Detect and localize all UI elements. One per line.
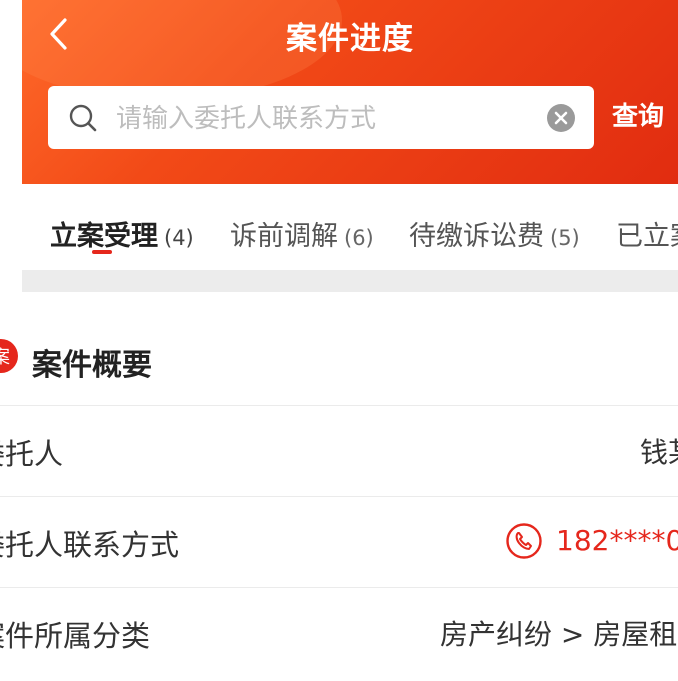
tab-count: (5)	[550, 226, 580, 250]
search-box[interactable]	[48, 86, 594, 151]
row-value-client: 钱某	[640, 436, 678, 469]
search-icon	[69, 104, 97, 132]
tab-case-filed[interactable]: 已立案	[616, 214, 678, 253]
query-button[interactable]: 查询	[612, 96, 664, 133]
header-bar: 案件进度 查询	[22, 0, 678, 184]
row-value-case-category: 房产纠纷 > 房屋租	[440, 618, 678, 651]
row-label-case-category: 案件所属分类	[0, 619, 151, 653]
row-label-client: 委托人	[0, 437, 64, 471]
tab-count: (4)	[164, 226, 194, 250]
left-edge-background	[0, 0, 22, 290]
row-value-client-contact[interactable]: 182****0	[556, 524, 678, 557]
tab-filed-accepted[interactable]: 立案受理 (4)	[50, 214, 194, 253]
tab-pre-litigation-mediation[interactable]: 诉前调解 (6)	[230, 214, 374, 253]
svg-text:案: 案	[0, 347, 10, 368]
active-tab-indicator	[92, 250, 112, 254]
page-title: 案件进度	[286, 21, 414, 57]
row-label-client-contact: 委托人联系方式	[0, 528, 180, 562]
divider	[0, 405, 678, 406]
tab-label: 立案受理	[50, 221, 158, 252]
tab-label: 待缴诉讼费	[409, 221, 544, 252]
section-title: 案件概要	[32, 348, 152, 383]
tab-bar: 立案受理(4) 诉前调解(6) 待缴诉讼费(5) 已立案	[22, 184, 678, 270]
clear-icon[interactable]	[546, 103, 576, 133]
divider	[0, 496, 678, 497]
case-icon: 案	[0, 339, 18, 373]
tab-count: (6)	[344, 226, 374, 250]
divider	[0, 587, 678, 588]
tab-label: 诉前调解	[230, 221, 338, 252]
phone-icon[interactable]	[505, 522, 543, 560]
tab-pending-litigation-fee[interactable]: 待缴诉讼费 (5)	[409, 214, 580, 253]
search-input[interactable]	[114, 86, 518, 151]
tab-label: 已立案	[616, 221, 678, 252]
section-separator	[22, 270, 678, 292]
